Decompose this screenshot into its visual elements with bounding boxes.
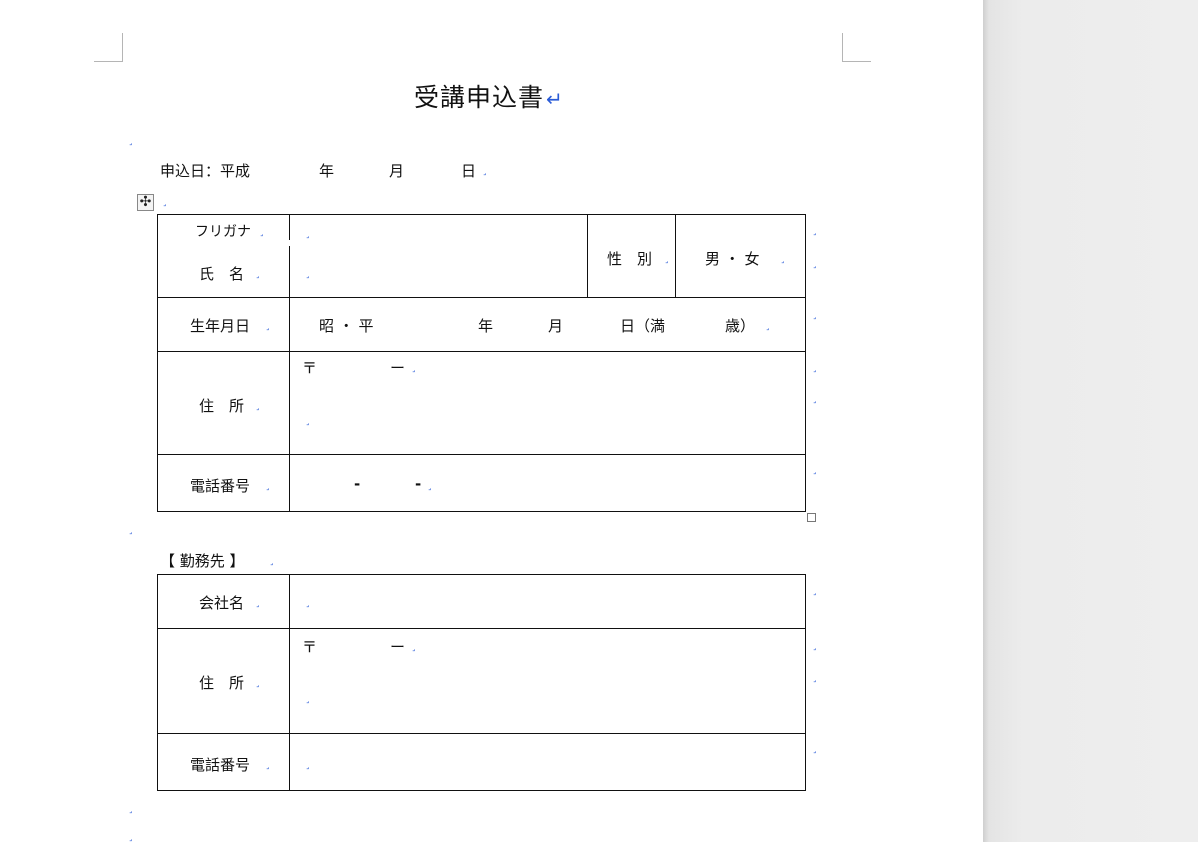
birth-age-label: 歳） xyxy=(725,317,756,335)
paragraph-mark-icon: ˼ xyxy=(306,693,310,704)
paragraph-mark-icon: ˼ xyxy=(306,759,310,770)
workplace-table xyxy=(157,574,806,791)
row-end-mark-icon: ˼ xyxy=(813,393,817,404)
paragraph-mark-icon: ˼ xyxy=(163,196,167,207)
phone-input-cell[interactable] xyxy=(289,454,806,512)
row-end-mark-icon: ˼ xyxy=(813,258,817,269)
document-title-text: 受講申込書 xyxy=(414,83,545,112)
document-page[interactable]: 受講申込書 ↵ ˼ 申込日：平成 年 月 日 ˼ ✣ ˼ フリガナ ˼ ˼ 氏 … xyxy=(0,0,983,842)
work-postal-mark: 〒 xyxy=(302,638,318,656)
company-label: 会社名 xyxy=(199,594,245,612)
row-end-mark-icon: ˼ xyxy=(813,743,817,754)
table-move-handle-icon[interactable]: ✣ xyxy=(137,194,154,211)
margin-corner-top-right xyxy=(842,33,871,62)
name-label: 氏 名 xyxy=(199,265,245,283)
paragraph-mark-icon: ˼ xyxy=(306,415,310,426)
return-mark-icon: ↵ xyxy=(546,87,564,111)
paragraph-mark-icon: ˼ xyxy=(260,226,264,237)
divider-gap xyxy=(287,240,291,246)
paragraph-mark-icon: ˼ xyxy=(266,480,270,491)
birth-era-options: 昭 ・ 平 xyxy=(319,317,374,335)
work-phone-input-cell[interactable] xyxy=(289,733,806,791)
row-end-mark-icon: ˼ xyxy=(813,225,817,236)
work-phone-label: 電話番号 xyxy=(190,756,251,774)
paragraph-mark-icon: ˼ xyxy=(266,759,270,770)
company-input-cell[interactable] xyxy=(289,574,806,629)
application-date-year: 年 xyxy=(319,162,335,180)
row-end-mark-icon: ˼ xyxy=(813,640,817,651)
row-end-mark-icon: ˼ xyxy=(813,464,817,475)
paragraph-mark-icon: ˼ xyxy=(129,524,133,535)
paragraph-mark-icon: ˼ xyxy=(129,831,133,842)
address-label: 住 所 xyxy=(199,397,245,415)
paragraph-mark-icon: ˼ xyxy=(256,400,260,411)
application-date-label: 申込日：平成 xyxy=(160,162,251,180)
postal-dash: ー xyxy=(390,359,406,377)
paragraph-mark-icon: ˼ xyxy=(306,228,310,239)
paragraph-mark-icon: ˼ xyxy=(256,597,260,608)
gender-label: 性 別 xyxy=(607,250,653,268)
name-input-cell[interactable] xyxy=(289,214,588,298)
address-input-cell[interactable] xyxy=(289,351,806,455)
table-resize-handle[interactable] xyxy=(807,513,816,522)
paragraph-mark-icon: ˼ xyxy=(412,362,416,373)
document-title[interactable]: 受講申込書 ↵ xyxy=(414,78,564,114)
row-end-mark-icon: ˼ xyxy=(813,309,817,320)
row-end-mark-icon: ˼ xyxy=(813,672,817,683)
row-end-mark-icon: ˼ xyxy=(813,585,817,596)
phone-separator-2: - xyxy=(415,475,422,493)
birth-year-label: 年 xyxy=(478,317,494,335)
paragraph-mark-icon: ˼ xyxy=(428,480,432,491)
gender-options: 男 ・ 女 xyxy=(705,250,760,268)
paragraph-mark-icon: ˼ xyxy=(306,597,310,608)
work-address-input-cell[interactable] xyxy=(289,628,806,734)
phone-separator-1: - xyxy=(354,475,361,493)
application-date-day: 日 xyxy=(461,162,477,180)
birth-day-label: 日（満 xyxy=(620,317,666,335)
application-date-month: 月 xyxy=(389,162,405,180)
postal-mark: 〒 xyxy=(302,359,318,377)
workplace-heading: 【 勤務先 】 xyxy=(160,552,245,570)
paragraph-mark-icon: ˼ xyxy=(412,641,416,652)
work-postal-dash: ー xyxy=(390,638,406,656)
paragraph-mark-icon: ˼ xyxy=(306,268,310,279)
row-end-mark-icon: ˼ xyxy=(813,362,817,373)
furigana-label: フリガナ xyxy=(195,224,251,240)
paragraph-mark-icon: ˼ xyxy=(781,253,785,264)
paragraph-mark-icon: ˼ xyxy=(766,320,770,331)
paragraph-mark-icon: ˼ xyxy=(256,677,260,688)
paragraph-mark-icon: ˼ xyxy=(256,268,260,279)
phone-label: 電話番号 xyxy=(190,477,251,495)
birthdate-label: 生年月日 xyxy=(190,317,251,335)
paragraph-mark-icon: ˼ xyxy=(129,803,133,814)
workspace-background xyxy=(983,0,1198,842)
paragraph-mark-icon: ˼ xyxy=(129,135,133,146)
paragraph-mark-icon: ˼ xyxy=(483,165,487,176)
birth-month-label: 月 xyxy=(548,317,564,335)
paragraph-mark-icon: ˼ xyxy=(266,320,270,331)
paragraph-mark-icon: ˼ xyxy=(665,253,669,264)
work-address-label: 住 所 xyxy=(199,674,245,692)
paragraph-mark-icon: ˼ xyxy=(270,555,274,566)
margin-corner-top-left xyxy=(94,33,123,62)
